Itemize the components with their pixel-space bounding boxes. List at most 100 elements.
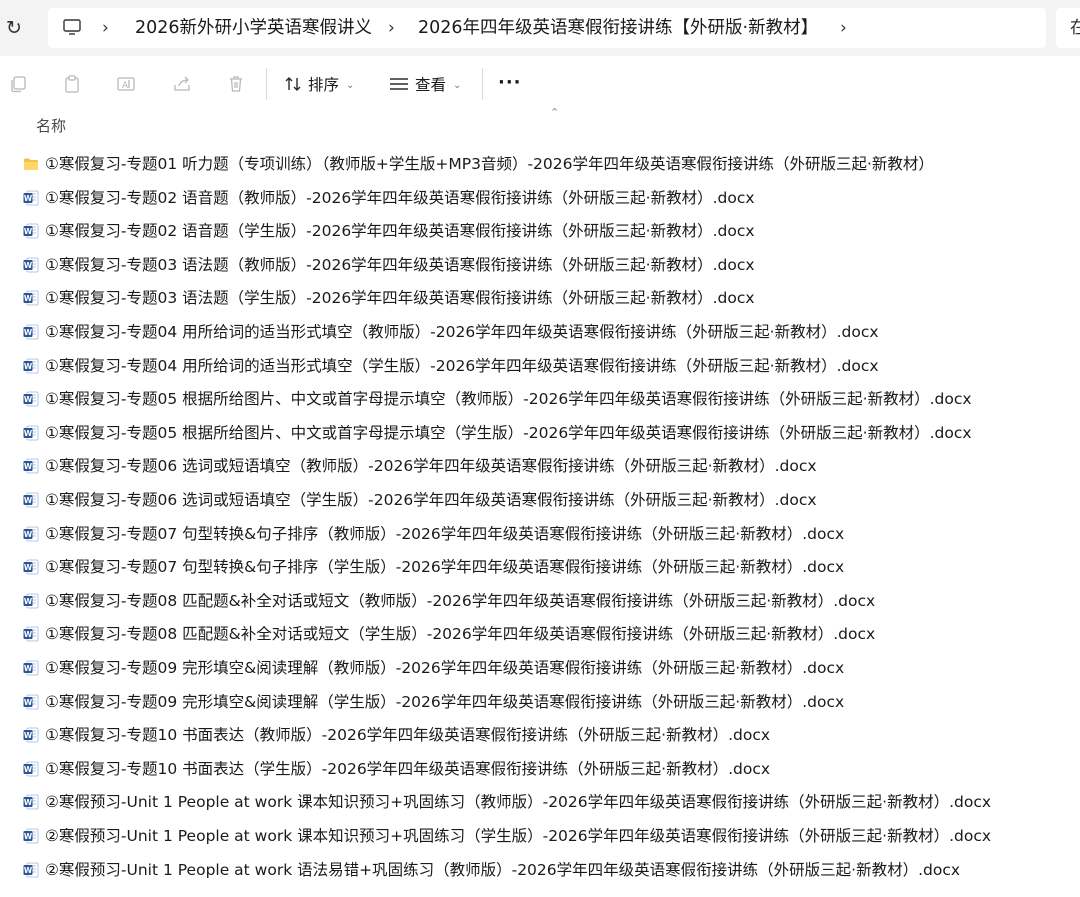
file-name: ①寒假复习-专题05 根据所给图片、中文或首字母提示填空（学生版）-2026学年… bbox=[45, 423, 972, 442]
sort-icon bbox=[285, 77, 301, 91]
svg-text:W: W bbox=[24, 227, 33, 236]
word-document-icon: W bbox=[23, 694, 39, 710]
svg-text:W: W bbox=[24, 630, 33, 639]
svg-text:W: W bbox=[24, 563, 33, 572]
view-button[interactable]: 查看 ⌄ bbox=[389, 72, 461, 98]
delete-icon[interactable] bbox=[226, 74, 246, 94]
word-document-icon: W bbox=[23, 492, 39, 508]
svg-text:W: W bbox=[24, 866, 33, 875]
word-document-icon: W bbox=[23, 324, 39, 340]
file-name: ①寒假复习-专题04 用所给词的适当形式填空（教师版）-2026学年四年级英语寒… bbox=[45, 323, 879, 341]
file-item[interactable]: W ①寒假复习-专题10 书面表达（教师版）-2026学年四年级英语寒假衔接讲练（… bbox=[0, 719, 1080, 753]
file-item[interactable]: W ①寒假复习-专题05 根据所给图片、中文或首字母提示填空（教师版）-2026学… bbox=[0, 383, 1080, 417]
folder-icon bbox=[23, 156, 39, 172]
paste-icon[interactable] bbox=[62, 74, 82, 94]
svg-text:W: W bbox=[24, 462, 33, 471]
word-document-icon: W bbox=[23, 559, 39, 575]
svg-text:W: W bbox=[24, 597, 33, 606]
file-name: ①寒假复习-专题08 匹配题&补全对话或短文（学生版）-2026学年四年级英语寒… bbox=[45, 625, 876, 644]
file-name: ①寒假复习-专题09 完形填空&阅读理解（教师版）-2026学年四年级英语寒假衔… bbox=[45, 659, 845, 677]
file-item[interactable]: W ①寒假复习-专题03 语法题（教师版）-2026学年四年级英语寒假衔接讲练（外… bbox=[0, 249, 1080, 283]
this-pc-icon[interactable] bbox=[62, 18, 82, 36]
svg-text:W: W bbox=[24, 731, 33, 740]
file-item[interactable]: W ①寒假复习-专题04 用所给词的适当形式填空（教师版）-2026学年四年级英语… bbox=[0, 316, 1080, 350]
copy-icon[interactable] bbox=[8, 74, 28, 94]
chevron-right-icon[interactable]: › bbox=[102, 17, 109, 39]
file-item[interactable]: W ①寒假复习-专题07 句型转换&句子排序（学生版）-2026学年四年级英语寒假… bbox=[0, 551, 1080, 585]
file-item[interactable]: W ①寒假复习-专题08 匹配题&补全对话或短文（教师版）-2026学年四年级英语… bbox=[0, 585, 1080, 619]
file-item[interactable]: W ①寒假复习-专题09 完形填空&阅读理解（教师版）-2026学年四年级英语寒假… bbox=[0, 652, 1080, 686]
svg-text:A: A bbox=[122, 81, 129, 91]
file-item[interactable]: W ①寒假复习-专题07 句型转换&句子排序（教师版）-2026学年四年级英语寒假… bbox=[0, 518, 1080, 552]
sort-button[interactable]: 排序 ⌄ bbox=[284, 72, 354, 98]
svg-text:W: W bbox=[24, 765, 33, 774]
svg-text:W: W bbox=[24, 698, 33, 707]
word-document-icon: W bbox=[23, 190, 39, 206]
file-name: ②寒假预习-Unit 1 People at work 语法易错+巩固练习（教师… bbox=[45, 860, 961, 879]
view-icon bbox=[390, 78, 408, 90]
rename-icon[interactable]: A bbox=[116, 74, 136, 94]
file-item[interactable]: W ①寒假复习-专题06 选词或短语填空（教师版）-2026学年四年级英语寒假衔接… bbox=[0, 450, 1080, 484]
word-document-icon: W bbox=[23, 593, 39, 609]
word-document-icon: W bbox=[23, 761, 39, 777]
word-document-icon: W bbox=[23, 727, 39, 743]
file-item[interactable]: W ①寒假复习-专题08 匹配题&补全对话或短文（学生版）-2026学年四年级英语… bbox=[0, 618, 1080, 652]
file-name: ①寒假复习-专题05 根据所给图片、中文或首字母提示填空（教师版）-2026学年… bbox=[45, 390, 972, 409]
file-item[interactable]: W ①寒假复习-专题02 语音题（教师版）-2026学年四年级英语寒假衔接讲练（外… bbox=[0, 182, 1080, 216]
sort-ascending-icon: ⌃ bbox=[550, 106, 560, 119]
file-item[interactable]: W ②寒假预习-Unit 1 People at work 课本知识预习+巩固练习… bbox=[0, 820, 1080, 854]
file-name: ①寒假复习-专题10 书面表达（教师版）-2026学年四年级英语寒假衔接讲练（外… bbox=[45, 726, 771, 745]
file-name: ①寒假复习-专题06 选词或短语填空（学生版）-2026学年四年级英语寒假衔接讲… bbox=[45, 491, 817, 509]
svg-text:W: W bbox=[24, 194, 33, 203]
file-name: ①寒假复习-专题02 语音题（教师版）-2026学年四年级英语寒假衔接讲练（外研… bbox=[45, 188, 755, 207]
word-document-icon: W bbox=[23, 290, 39, 306]
refresh-icon[interactable]: ↻ bbox=[4, 16, 24, 40]
word-document-icon: W bbox=[23, 391, 39, 407]
file-item[interactable]: W ②寒假预习-Unit 1 People at work 课本知识预习+巩固练习… bbox=[0, 786, 1080, 820]
word-document-icon: W bbox=[23, 828, 39, 844]
file-name: ①寒假复习-专题08 匹配题&补全对话或短文（教师版）-2026学年四年级英语寒… bbox=[45, 591, 876, 610]
file-item[interactable]: W ①寒假复习-专题09 完形填空&阅读理解（学生版）-2026学年四年级英语寒假… bbox=[0, 686, 1080, 720]
file-name: ①寒假复习-专题07 句型转换&句子排序（学生版）-2026学年四年级英语寒假衔… bbox=[45, 558, 845, 577]
word-document-icon: W bbox=[23, 794, 39, 810]
address-bar-row: ↻ › 2026新外研小学英语寒假讲义 › 2026年四年级英语寒假衔接讲练【外… bbox=[0, 0, 1080, 56]
column-header-name[interactable]: 名称 bbox=[36, 116, 66, 136]
file-item[interactable]: W ①寒假复习-专题03 语法题（学生版）-2026学年四年级英语寒假衔接讲练（外… bbox=[0, 282, 1080, 316]
share-icon[interactable] bbox=[172, 74, 192, 94]
svg-text:W: W bbox=[24, 328, 33, 337]
svg-text:W: W bbox=[24, 496, 33, 505]
svg-text:W: W bbox=[24, 664, 33, 673]
svg-text:W: W bbox=[24, 294, 33, 303]
file-item[interactable]: W ①寒假复习-专题10 书面表达（学生版）-2026学年四年级英语寒假衔接讲练（… bbox=[0, 753, 1080, 787]
file-name: ①寒假复习-专题04 用所给词的适当形式填空（学生版）-2026学年四年级英语寒… bbox=[45, 356, 879, 375]
chevron-down-icon: ⌄ bbox=[346, 79, 355, 91]
more-options-button[interactable]: ··· bbox=[498, 72, 522, 93]
file-item[interactable]: W ①寒假复习-专题05 根据所给图片、中文或首字母提示填空（学生版）-2026学… bbox=[0, 417, 1080, 451]
command-bar: A 排序 ⌄ 查看 ⌄ ··· bbox=[0, 56, 1080, 110]
file-name: ①寒假复习-专题03 语法题（学生版）-2026学年四年级英语寒假衔接讲练（外研… bbox=[45, 289, 755, 308]
file-name: ②寒假预习-Unit 1 People at work 课本知识预习+巩固练习（… bbox=[45, 827, 992, 845]
file-item[interactable]: W ②寒假预习-Unit 1 People at work 语法易错+巩固练习（教… bbox=[0, 854, 1080, 888]
folder-item[interactable]: ①寒假复习-专题01 听力题（专项训练）（教师版+学生版+MP3音频）-2026… bbox=[0, 148, 1080, 182]
word-document-icon: W bbox=[23, 425, 39, 441]
word-document-icon: W bbox=[23, 358, 39, 374]
file-item[interactable]: W ①寒假复习-专题06 选词或短语填空（学生版）-2026学年四年级英语寒假衔接… bbox=[0, 484, 1080, 518]
toolbar-divider bbox=[482, 68, 483, 100]
file-name: ①寒假复习-专题01 听力题（专项训练）（教师版+学生版+MP3音频）-2026… bbox=[45, 155, 934, 173]
svg-text:W: W bbox=[24, 832, 33, 841]
chevron-right-icon[interactable]: › bbox=[840, 17, 847, 39]
breadcrumb-item[interactable]: 2026年四年级英语寒假衔接讲练【外研版·新教材】 bbox=[418, 17, 818, 39]
chevron-right-icon[interactable]: › bbox=[388, 17, 395, 39]
svg-text:W: W bbox=[24, 261, 33, 270]
word-document-icon: W bbox=[23, 458, 39, 474]
breadcrumb-item[interactable]: 2026新外研小学英语寒假讲义 bbox=[135, 17, 372, 39]
svg-text:W: W bbox=[24, 395, 33, 404]
file-item[interactable]: W ①寒假复习-专题02 语音题（学生版）-2026学年四年级英语寒假衔接讲练（外… bbox=[0, 215, 1080, 249]
word-document-icon: W bbox=[23, 862, 39, 878]
file-name: ①寒假复习-专题02 语音题（学生版）-2026学年四年级英语寒假衔接讲练（外研… bbox=[45, 222, 755, 241]
svg-text:W: W bbox=[24, 429, 33, 438]
word-document-icon: W bbox=[23, 626, 39, 642]
view-label: 查看 bbox=[415, 76, 447, 94]
file-item[interactable]: W ①寒假复习-专题04 用所给词的适当形式填空（学生版）-2026学年四年级英语… bbox=[0, 350, 1080, 384]
svg-text:W: W bbox=[24, 530, 33, 539]
